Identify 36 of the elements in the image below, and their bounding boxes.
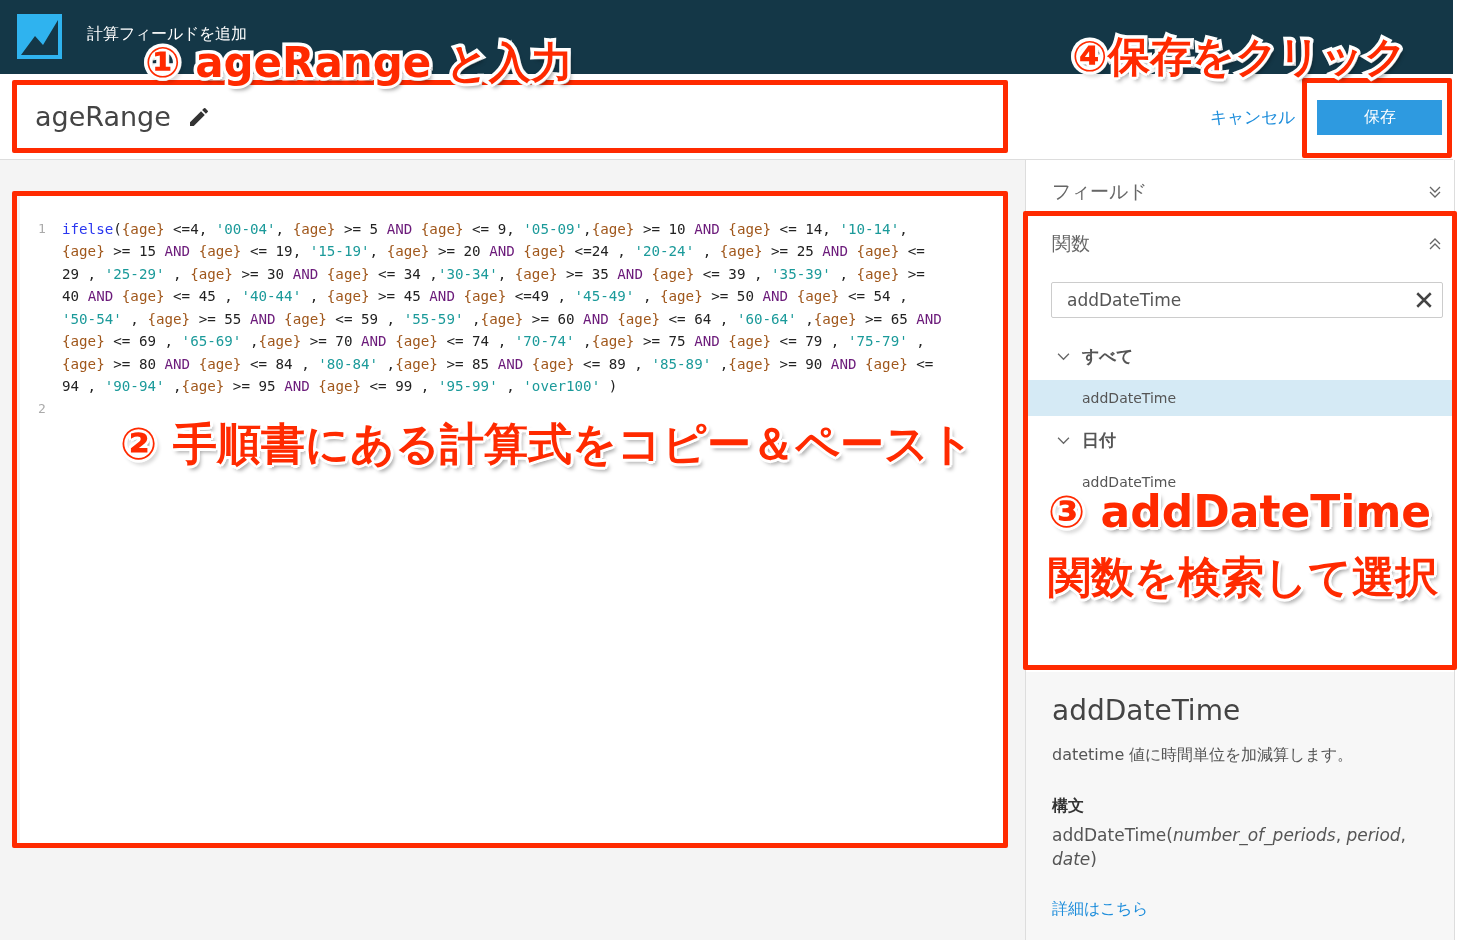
- line-number: 2: [38, 399, 47, 418]
- field-name[interactable]: ageRange: [35, 101, 171, 132]
- line-number: 1: [38, 220, 47, 238]
- annotation-text: ② 手順書にある計算式をコピー＆ペースト: [120, 418, 974, 471]
- app-logo-icon: [17, 14, 62, 59]
- code-line: '50-54' , {age} >= 55 AND {age} <= 59 , '55-59' ,{age} >= 60 AND {age} <= 64 , '60-64' ,{age} >= 65 AND: [62, 309, 942, 329]
- code-line: {age} >= 15 AND {age} <= 19, '15-19', {age} >= 20 AND {age} <=24 , '20-24' , {age} >= 25 AND {age} <=: [62, 242, 926, 262]
- clear-icon[interactable]: [1415, 291, 1433, 309]
- details-link[interactable]: 詳細はこちら: [1052, 899, 1148, 920]
- double-chevron-down-icon[interactable]: [1428, 185, 1442, 199]
- annotation-text: ④保存をクリック: [1072, 32, 1407, 83]
- search-field[interactable]: addDateTime: [1051, 282, 1443, 318]
- section-title: フィールド: [1052, 179, 1147, 204]
- annotation-text: ③ addDateTime: [1048, 486, 1432, 539]
- code-line: {age} >= 80 AND {age} <= 84 , '80-84' ,{age} >= 85 AND {age} <= 89 , '85-89' ,{age} >= 90 AND {age} <=: [62, 354, 935, 374]
- code-line: {age} <= 69 , '65-69' ,{age} >= 70 AND {age} <= 74 , '70-74' ,{age} >= 75 AND {age} <= 79 , '75-79' ,: [62, 332, 926, 352]
- code-line: 29 , '25-29' , {age} >= 30 AND {age} <= 34 ,'30-34', {age} >= 35 AND {age} <= 39 , '35-39' , {age} >=: [62, 264, 926, 284]
- group-label: すべて: [1082, 344, 1133, 368]
- section-header[interactable]: フィールド: [1026, 160, 1454, 212]
- section-header[interactable]: 関数: [1026, 212, 1454, 264]
- section-title: 関数: [1052, 231, 1090, 256]
- annotation-text: 関数を検索して選択: [1048, 552, 1438, 604]
- double-chevron-up-icon[interactable]: [1428, 237, 1442, 251]
- function-title: addDateTime: [1052, 694, 1242, 727]
- tree-group[interactable]: すべて: [1026, 332, 1454, 380]
- function-summary: datetime 値に時間単位を加減算します。: [1052, 745, 1355, 766]
- cancel-link[interactable]: キャンセル: [1210, 106, 1295, 129]
- group-label: 日付: [1082, 428, 1116, 452]
- code-line: 94 , '90-94' ,{age} >= 95 AND {age} <= 99 , '95-99' , 'over100' ): [62, 377, 619, 397]
- function-item[interactable]: addDateTime: [1026, 380, 1454, 416]
- save-button[interactable]: 保存: [1317, 100, 1442, 135]
- tree-group[interactable]: 日付: [1026, 416, 1454, 464]
- code-line: ifelse({age} <=4, '00-04', {age} >= 5 AND {age} <= 9, '05-09',{age} >= 10 AND {age} <= 14, '10-14',: [62, 220, 909, 239]
- syntax-label: 構文: [1052, 796, 1085, 817]
- code-line: 40 AND {age} <= 45 , '40-44' , {age} >= 45 AND {age} <=49 , '45-49' , {age} >= 50 AND {age} <= 54 ,: [62, 287, 909, 307]
- syntax-text: addDateTime(number_of_periods, period, date): [1052, 824, 1407, 871]
